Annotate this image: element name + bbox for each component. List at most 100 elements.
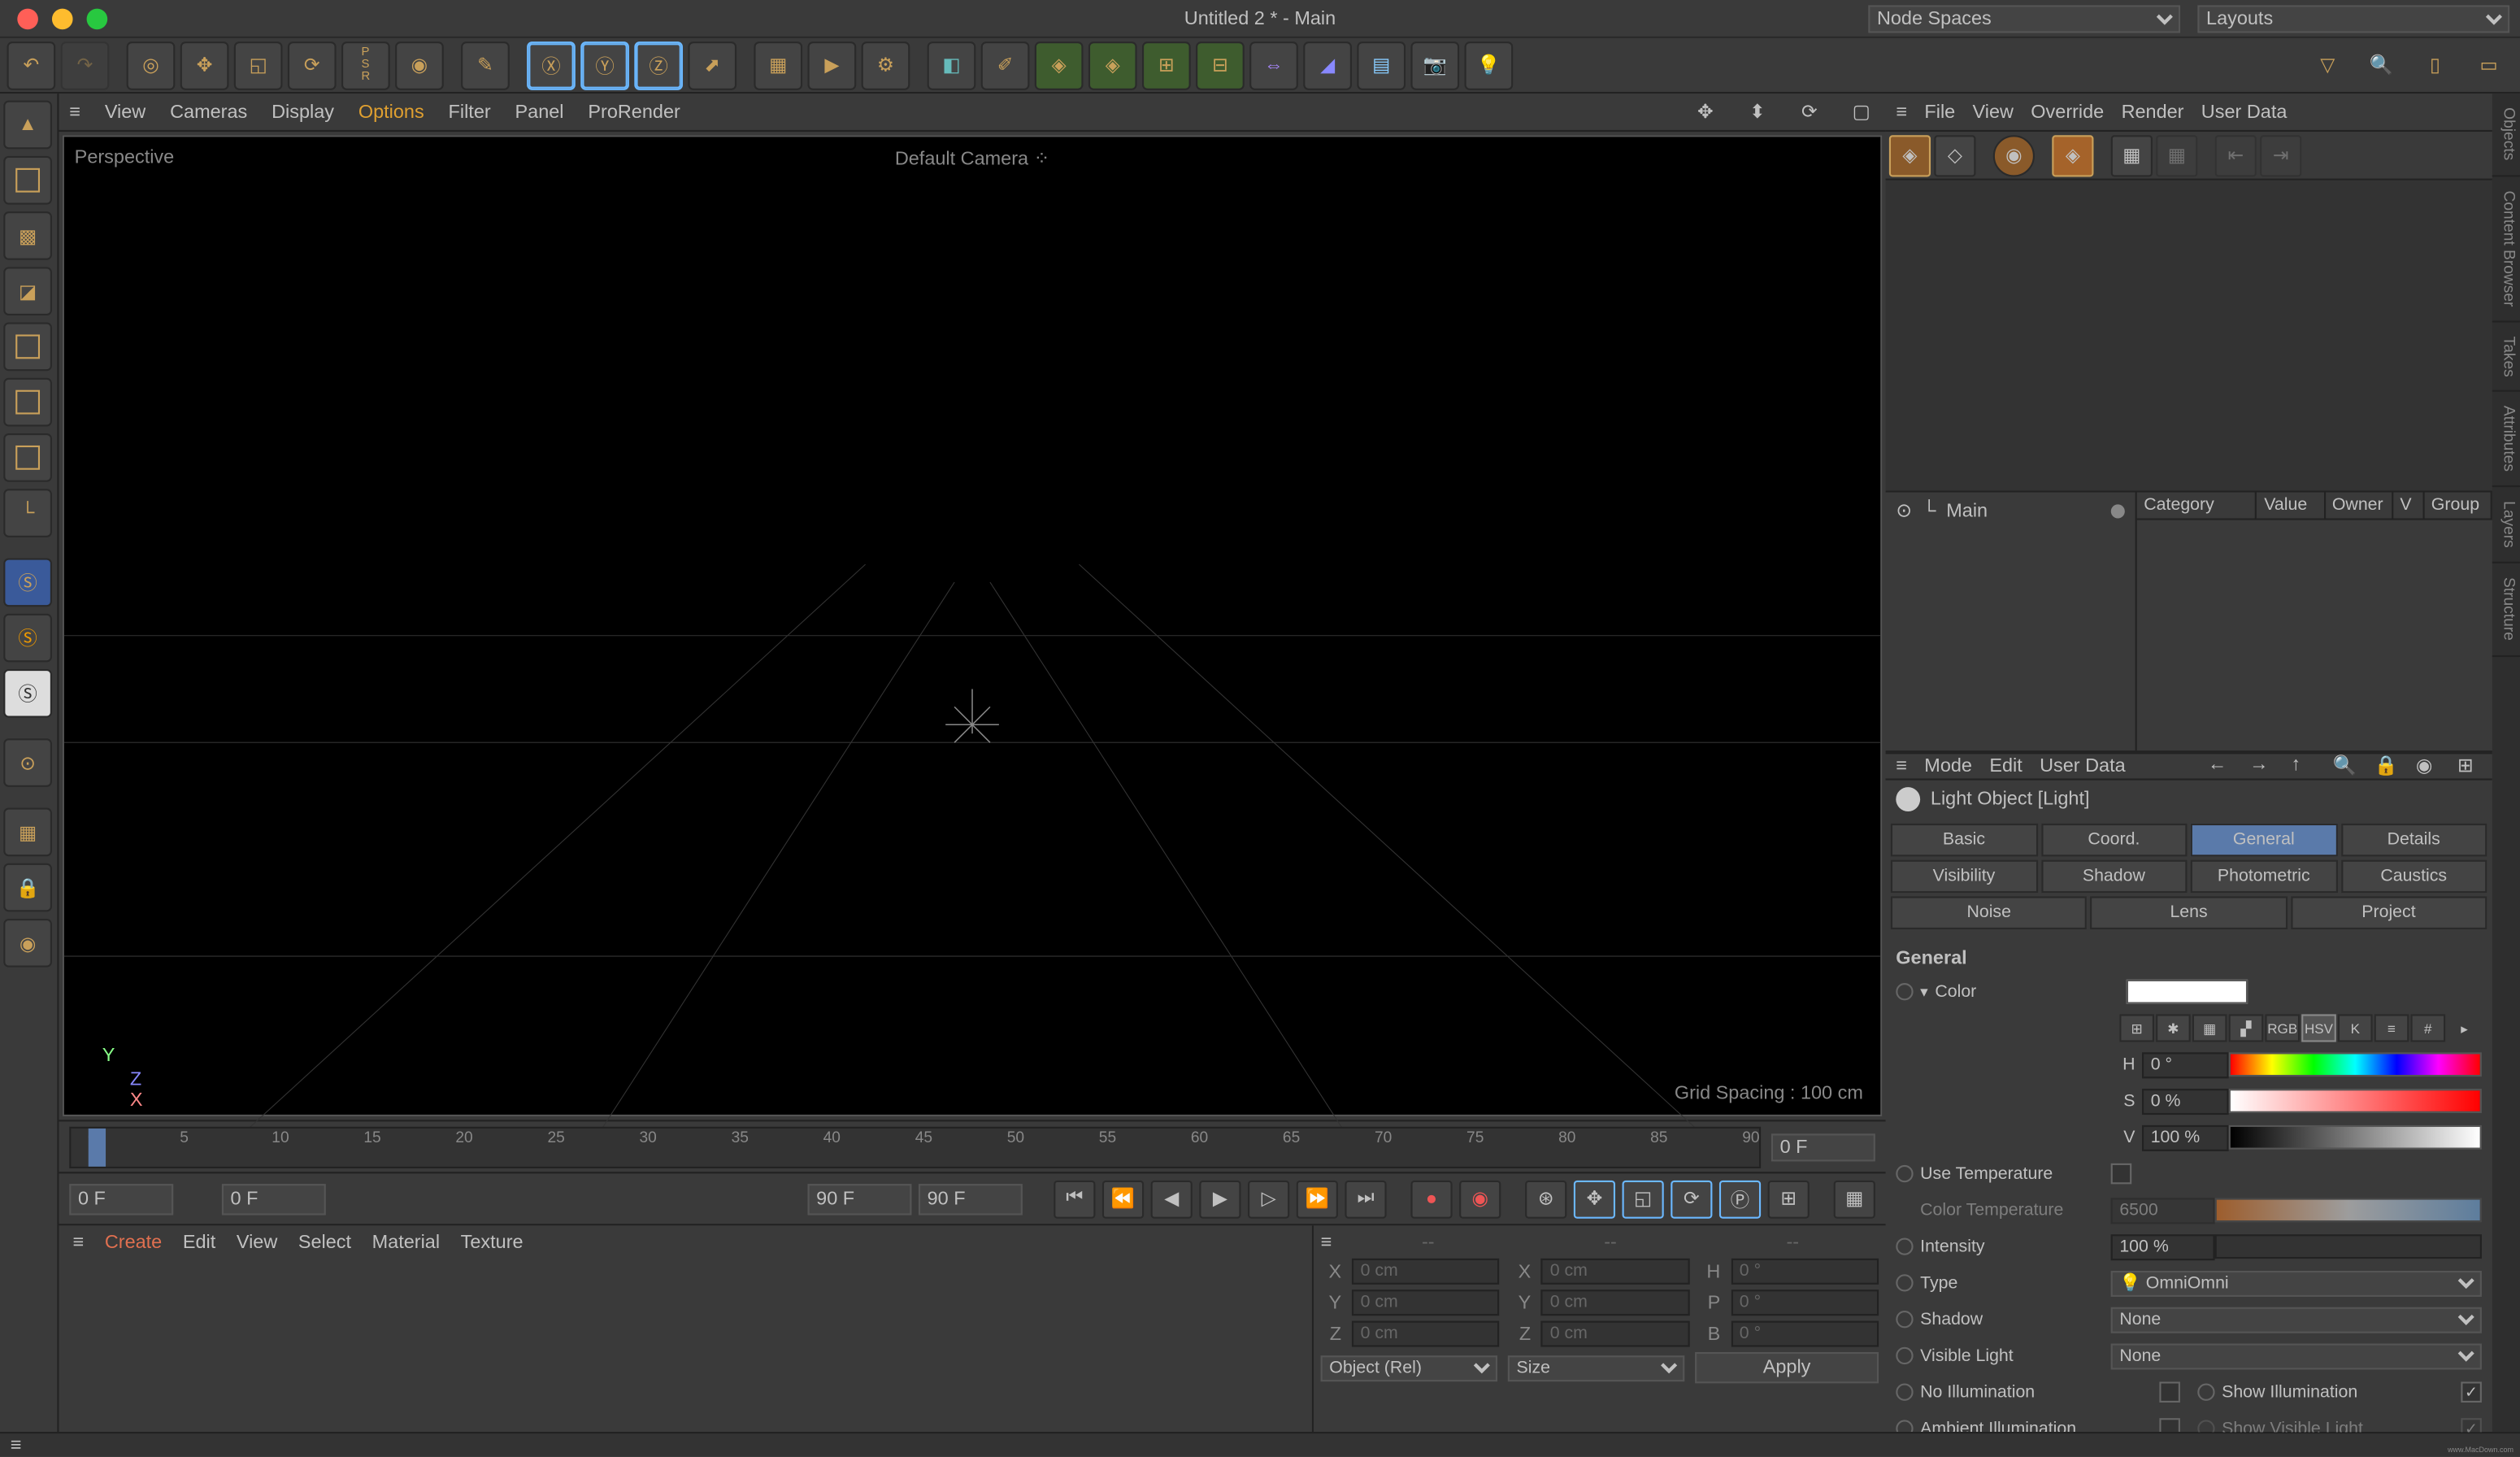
- attr-userdata-menu[interactable]: User Data: [2040, 756, 2126, 777]
- recent-tool-button[interactable]: ◉: [395, 41, 444, 89]
- color-mode-1[interactable]: ⊞: [2119, 1014, 2154, 1042]
- color-temp-field[interactable]: 6500: [2111, 1197, 2215, 1223]
- attr-back-icon[interactable]: ←: [2208, 754, 2232, 778]
- vp-zoom-icon[interactable]: ⬍: [1744, 98, 1771, 125]
- view-menu-panel[interactable]: Panel: [515, 102, 564, 123]
- sat-slider[interactable]: [2229, 1089, 2482, 1113]
- window-close[interactable]: [17, 8, 38, 29]
- mat-material-menu[interactable]: Material: [372, 1233, 440, 1254]
- om-icon-2[interactable]: ◇: [1934, 134, 1975, 176]
- mat-edit-menu[interactable]: Edit: [183, 1233, 215, 1254]
- texture-mode-button[interactable]: ▩: [3, 211, 52, 260]
- grid-lock-button[interactable]: 🔒: [3, 863, 52, 912]
- view-menu-view[interactable]: View: [105, 102, 146, 123]
- val-field[interactable]: 100 %: [2142, 1124, 2229, 1150]
- check-ambient-illumination[interactable]: [2159, 1418, 2180, 1432]
- axis-button[interactable]: └: [3, 489, 52, 537]
- hamburger-icon[interactable]: ≡: [1896, 756, 1907, 777]
- attr-fwd-icon[interactable]: →: [2249, 754, 2274, 778]
- point-mode-button[interactable]: [3, 323, 52, 372]
- layout1-icon[interactable]: ▯: [2411, 41, 2460, 89]
- mat-view-menu[interactable]: View: [237, 1233, 277, 1254]
- floor-button[interactable]: ◢: [1303, 41, 1352, 89]
- vp-rotate-icon[interactable]: ⟳: [1796, 98, 1823, 125]
- filter-icon[interactable]: ▽: [2303, 41, 2352, 89]
- intensity-field[interactable]: 100 %: [2111, 1233, 2215, 1259]
- autokey-button[interactable]: ◉: [1459, 1180, 1501, 1218]
- color-mode-hsv[interactable]: HSV: [2301, 1014, 2336, 1042]
- attr-lock-icon[interactable]: 🔒: [2374, 754, 2399, 778]
- pen-button[interactable]: ✐: [981, 41, 1030, 89]
- coord-system-button[interactable]: ⬈: [688, 41, 736, 89]
- tab-lens[interactable]: Lens: [2091, 896, 2288, 929]
- goto-end-button[interactable]: ⏭: [1345, 1180, 1386, 1218]
- vtab-takes[interactable]: Takes: [2492, 322, 2520, 392]
- shadow-select[interactable]: None: [2111, 1306, 2482, 1332]
- om-icon-6[interactable]: ▦: [2156, 134, 2197, 176]
- workplane-button[interactable]: ◪: [3, 267, 52, 315]
- range-end-field[interactable]: [919, 1183, 1023, 1214]
- grid-off-button[interactable]: ▦: [3, 808, 52, 857]
- vp-move-icon[interactable]: ✥: [1692, 98, 1719, 125]
- prev-frame-button[interactable]: ◀: [1151, 1180, 1193, 1218]
- tab-basic[interactable]: Basic: [1891, 824, 2037, 857]
- rotate-button[interactable]: ⟳: [288, 41, 337, 89]
- cube-button[interactable]: ◧: [928, 41, 976, 89]
- x-axis-button[interactable]: Ⓧ: [527, 41, 576, 89]
- redo-button[interactable]: ↷: [61, 41, 110, 89]
- vtab-attributes[interactable]: Attributes: [2492, 392, 2520, 487]
- array-button[interactable]: ⊞: [1142, 41, 1191, 89]
- grid-on-button[interactable]: ◉: [3, 919, 52, 968]
- subdiv-button[interactable]: ◈: [1035, 41, 1084, 89]
- object-tree[interactable]: [1886, 180, 2492, 491]
- hamburger-icon[interactable]: ≡: [11, 1434, 22, 1455]
- next-frame-button[interactable]: ▷: [1248, 1180, 1289, 1218]
- mat-texture-menu[interactable]: Texture: [461, 1233, 524, 1254]
- use-temp-check[interactable]: [2111, 1163, 2132, 1185]
- temp-slider[interactable]: [2215, 1198, 2482, 1222]
- hamburger-icon[interactable]: ≡: [73, 1233, 85, 1254]
- color-mode-4[interactable]: ▞: [2229, 1014, 2264, 1042]
- hue-field[interactable]: 0 °: [2142, 1051, 2229, 1077]
- attr-search-icon[interactable]: 🔍: [2333, 754, 2357, 778]
- hamburger-icon[interactable]: ≡: [69, 102, 80, 123]
- view-menu-display[interactable]: Display: [272, 102, 334, 123]
- brush-button[interactable]: ✎: [461, 41, 510, 89]
- make-editable-button[interactable]: ▲: [3, 101, 52, 150]
- om-icon-3[interactable]: ◉: [1993, 134, 2035, 176]
- pos-x-field[interactable]: 0 cm: [1352, 1259, 1500, 1285]
- takes-col-group[interactable]: Group: [2424, 492, 2492, 518]
- val-slider[interactable]: [2229, 1125, 2482, 1150]
- render-settings-button[interactable]: ⚙: [862, 41, 910, 89]
- om-icon-8[interactable]: ⇥: [2260, 134, 2301, 176]
- render-view-button[interactable]: ▦: [754, 41, 802, 89]
- color-mode-list[interactable]: ≡: [2374, 1014, 2409, 1042]
- visible-light-select[interactable]: None: [2111, 1342, 2482, 1368]
- check-show-illumination[interactable]: [2461, 1381, 2482, 1403]
- vtab-layers[interactable]: Layers: [2492, 487, 2520, 563]
- anim-dot[interactable]: [1896, 983, 1913, 1000]
- tab-caustics[interactable]: Caustics: [2340, 859, 2487, 893]
- playhead[interactable]: [88, 1128, 105, 1166]
- view-menu-options[interactable]: Options: [358, 102, 424, 123]
- preview-end-field[interactable]: [808, 1183, 912, 1214]
- window-maximize[interactable]: [87, 8, 108, 29]
- prev-key-button[interactable]: ⏪: [1102, 1180, 1144, 1218]
- hamburger-icon[interactable]: ≡: [1321, 1233, 1332, 1254]
- intensity-slider[interactable]: [2215, 1234, 2482, 1259]
- attr-new-icon[interactable]: ⊞: [2457, 754, 2482, 778]
- play-button[interactable]: ▶: [1199, 1180, 1240, 1218]
- next-key-button[interactable]: ⏩: [1297, 1180, 1338, 1218]
- size-x-field[interactable]: 0 cm: [1541, 1259, 1689, 1285]
- edge-mode-button[interactable]: [3, 378, 52, 427]
- color-mode-3[interactable]: ▦: [2192, 1014, 2227, 1042]
- tab-visibility[interactable]: Visibility: [1891, 859, 2037, 893]
- scale-button[interactable]: ◱: [234, 41, 283, 89]
- render-pv-button[interactable]: ▶: [808, 41, 857, 89]
- layout2-icon[interactable]: ▭: [2465, 41, 2513, 89]
- color-mode-k[interactable]: K: [2338, 1014, 2373, 1042]
- tab-coord[interactable]: Coord.: [2040, 824, 2187, 857]
- attr-target-icon[interactable]: ◉: [2416, 754, 2440, 778]
- pos-z-field[interactable]: 0 cm: [1352, 1321, 1500, 1347]
- key-pla-button[interactable]: ⊞: [1768, 1180, 1810, 1218]
